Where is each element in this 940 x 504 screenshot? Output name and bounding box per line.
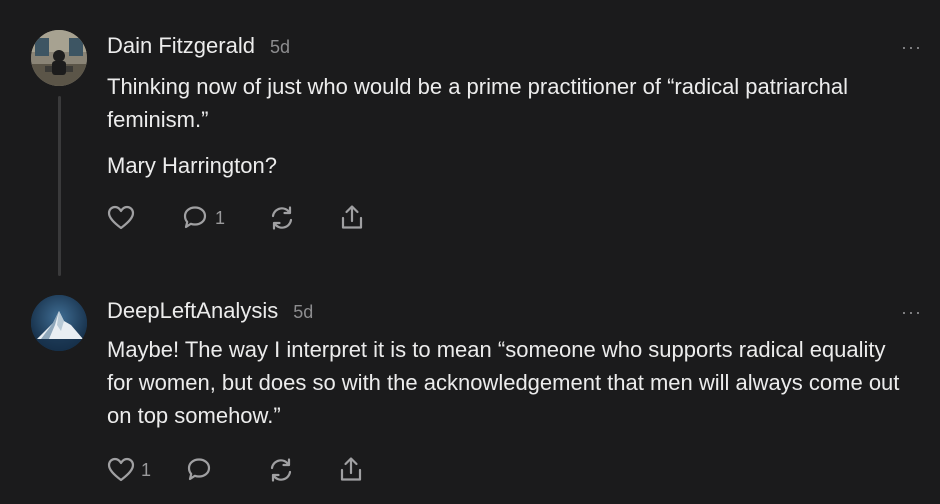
comment-actions: 1 (107, 455, 365, 485)
comment-body: Maybe! The way I interpret it is to mean… (107, 333, 917, 432)
comment-actions: 1 (107, 203, 366, 233)
more-options-button[interactable]: ··· (901, 38, 922, 56)
comment-header: DeepLeftAnalysis 5d (107, 298, 313, 324)
like-count: 1 (141, 459, 152, 480)
heart-icon (107, 205, 135, 230)
share-button[interactable] (337, 456, 365, 484)
restack-icon (271, 206, 293, 230)
thread-line (58, 96, 61, 276)
comment: DeepLeftAnalysis 5d ··· Maybe! The way I… (0, 280, 940, 504)
restack-button[interactable] (268, 204, 296, 232)
comment-paragraph: Mary Harrington? (107, 153, 277, 178)
timestamp[interactable]: 5d (293, 302, 313, 323)
author-name[interactable]: Dain Fitzgerald (107, 33, 255, 59)
restack-button[interactable] (267, 456, 295, 484)
share-icon (341, 205, 363, 229)
comment-header: Dain Fitzgerald 5d (107, 33, 290, 59)
share-button[interactable] (338, 204, 366, 232)
reply-button[interactable] (185, 456, 219, 484)
like-button[interactable]: 1 (107, 457, 151, 483)
speech-bubble-icon (187, 458, 211, 481)
heart-icon (107, 457, 135, 482)
snowy-mountain-logo (31, 295, 87, 351)
more-options-button[interactable]: ··· (901, 303, 922, 321)
author-name[interactable]: DeepLeftAnalysis (107, 298, 278, 324)
restack-icon (270, 458, 292, 482)
comment: Dain Fitzgerald 5d ··· Thinking now of j… (0, 0, 940, 280)
timestamp[interactable]: 5d (270, 37, 290, 58)
reply-count: 1 (215, 207, 226, 228)
comment-body: Thinking now of just who would be a prim… (107, 70, 917, 182)
speech-bubble-icon (183, 206, 207, 229)
like-button[interactable] (107, 205, 141, 231)
person-at-desk-photo (31, 30, 87, 86)
comment-paragraph: Maybe! The way I interpret it is to mean… (107, 337, 900, 428)
reply-button[interactable]: 1 (181, 204, 225, 232)
avatar[interactable] (31, 30, 87, 86)
comment-paragraph: Thinking now of just who would be a prim… (107, 74, 849, 132)
share-icon (340, 457, 362, 481)
avatar[interactable] (31, 295, 87, 351)
